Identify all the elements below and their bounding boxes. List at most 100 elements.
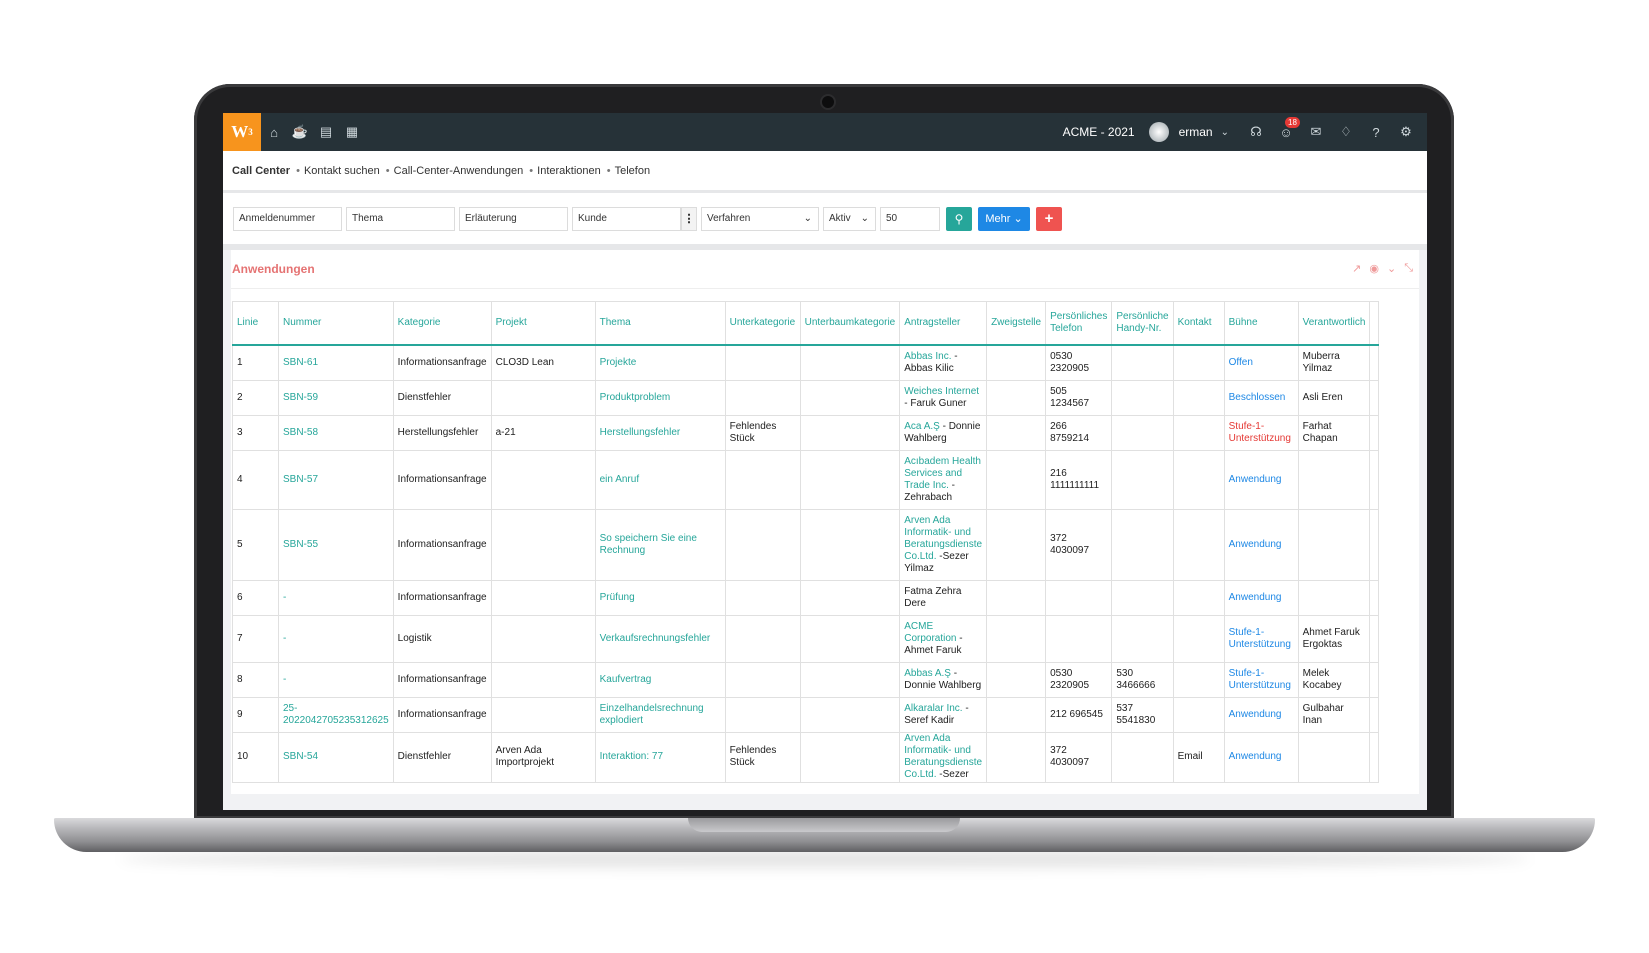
page-size-input[interactable]: 50 bbox=[880, 206, 940, 231]
registration-number-input[interactable]: Anmeldenummer bbox=[233, 206, 342, 231]
cell-applicant[interactable]: Arven Ada Informatik- und Beratungsdiens… bbox=[899, 508, 988, 581]
eye-icon[interactable]: ◉ bbox=[1369, 262, 1379, 275]
cell-number[interactable]: SBN-54 bbox=[278, 731, 394, 783]
breadcrumb-contact-search[interactable]: Kontakt suchen bbox=[304, 165, 380, 177]
cell-topic[interactable]: ein Anruf bbox=[594, 449, 726, 510]
status-select[interactable]: Aktiv ⌄ bbox=[823, 206, 876, 231]
search-button[interactable]: ⚲ bbox=[946, 206, 972, 231]
cell-topic[interactable]: Prüfung bbox=[594, 579, 726, 616]
cell-applicant[interactable]: ACME Corporation - Ahmet Faruk bbox=[899, 614, 988, 663]
cell-applicant[interactable]: Alkaralar Inc. - Seref Kadir bbox=[899, 696, 988, 733]
collapse-icon[interactable]: ⌄ bbox=[1387, 262, 1396, 275]
headset-icon[interactable]: ☊ bbox=[1243, 124, 1269, 140]
emoji-icon[interactable]: ☺ 18 bbox=[1273, 116, 1300, 140]
column-header[interactable]: Kategorie bbox=[392, 301, 492, 346]
table-row[interactable]: 10 SBN-54 Dienstfehler Arven Ada Importproj… bbox=[232, 731, 1380, 783]
topic-input[interactable]: Thema bbox=[346, 206, 455, 231]
cell-stage[interactable]: Offen bbox=[1223, 344, 1299, 381]
breadcrumb-interactions[interactable]: Interaktionen bbox=[537, 165, 601, 177]
column-header[interactable]: Verantwortlich bbox=[1297, 301, 1371, 346]
breadcrumb-call-center-applications[interactable]: Call-Center-Anwendungen bbox=[394, 165, 524, 177]
cell-topic[interactable]: Herstellungsfehler bbox=[594, 414, 726, 451]
column-header[interactable]: Kontakt bbox=[1172, 301, 1225, 346]
cell-number[interactable]: - bbox=[278, 614, 394, 663]
cell-number[interactable]: SBN-61 bbox=[278, 344, 394, 381]
chart-icon[interactable]: ▤ bbox=[313, 113, 339, 151]
more-button[interactable]: Mehr ⌄ bbox=[978, 206, 1030, 231]
cell-stage[interactable]: Anwendung bbox=[1223, 449, 1299, 510]
applicant-link[interactable]: Alkaralar Inc. bbox=[904, 703, 962, 714]
calendar-icon[interactable]: ▦ bbox=[339, 113, 365, 151]
username[interactable]: erman bbox=[1179, 125, 1213, 139]
table-row[interactable]: 8- Informationsanfrage Kaufvertrag Abbas A.… bbox=[232, 661, 1380, 698]
column-header[interactable]: Zweigstelle bbox=[986, 301, 1047, 346]
cell-number[interactable]: SBN-59 bbox=[278, 379, 394, 416]
cell-applicant[interactable]: Aca A.Ş - Donnie Wahlberg bbox=[899, 414, 988, 451]
applicant-link[interactable]: Acıbadem Health Services and Trade Inc. bbox=[904, 456, 981, 491]
cell-topic[interactable]: Interaktion: 77 bbox=[594, 731, 726, 783]
home-icon[interactable]: ⌂ bbox=[261, 113, 287, 151]
table-row[interactable]: 9 25-2022042705235312625 Informationsanfra… bbox=[232, 696, 1380, 733]
table-row[interactable]: 4 SBN-57 Informationsanfrage ein Anruf Acıba… bbox=[232, 449, 1380, 510]
export-icon[interactable]: ↗ bbox=[1352, 262, 1361, 275]
add-button[interactable]: + bbox=[1036, 206, 1062, 231]
table-row[interactable]: 7- Logistik Verkaufsrechnungsfehler ACME Co… bbox=[232, 614, 1380, 663]
column-header[interactable]: Linie bbox=[232, 301, 279, 346]
chat-icon[interactable]: ✉ bbox=[1303, 124, 1329, 140]
app-logo[interactable]: W3 bbox=[223, 113, 261, 151]
cell-topic[interactable]: Projekte bbox=[594, 344, 726, 381]
explanation-input[interactable]: Erläuterung bbox=[459, 206, 568, 231]
table-row[interactable]: 6- Informationsanfrage Prüfung Fatma Zehra … bbox=[232, 579, 1380, 616]
expand-icon[interactable]: ⤡ bbox=[1404, 262, 1413, 275]
cell-number[interactable]: 25-2022042705235312625 bbox=[278, 696, 394, 733]
cell-applicant[interactable]: Weiches Internet - Faruk Guner bbox=[899, 379, 988, 416]
cell-applicant[interactable]: Fatma Zehra Dere bbox=[899, 579, 988, 616]
column-header[interactable]: Unterkategorie bbox=[724, 301, 801, 346]
cell-topic[interactable]: Einzelhandelsrechnung explodiert bbox=[594, 696, 726, 733]
help-icon[interactable]: ? bbox=[1363, 125, 1389, 140]
gear-icon[interactable]: ⚙ bbox=[1393, 124, 1419, 140]
coffee-icon[interactable]: ☕ bbox=[287, 113, 313, 151]
cell-number[interactable]: - bbox=[278, 661, 394, 698]
bell-icon[interactable]: ♢ bbox=[1333, 124, 1359, 140]
column-header[interactable]: Antragsteller bbox=[899, 301, 988, 346]
cell-topic[interactable]: Produktproblem bbox=[594, 379, 726, 416]
column-header[interactable]: Persönliche Handy-Nr. bbox=[1111, 301, 1174, 346]
table-row[interactable]: 1 SBN-61 Informationsanfrage CLO3D Lean Proj… bbox=[232, 344, 1380, 381]
cell-topic[interactable]: Kaufvertrag bbox=[594, 661, 726, 698]
table-row[interactable]: 5 SBN-55 Informationsanfrage So speichern S… bbox=[232, 508, 1380, 581]
applicant-link[interactable]: Weiches Internet bbox=[904, 386, 979, 397]
column-header[interactable]: Thema bbox=[594, 301, 726, 346]
cell-stage[interactable]: Anwendung bbox=[1223, 696, 1299, 733]
applicant-link[interactable]: Abbas Inc. bbox=[904, 351, 951, 362]
cell-stage[interactable]: Anwendung bbox=[1223, 508, 1299, 581]
breadcrumb-phone[interactable]: Telefon bbox=[615, 165, 650, 177]
applicant-link[interactable]: Abbas A.Ş bbox=[904, 668, 951, 679]
table-row[interactable]: 3 SBN-58 Herstellungsfehler a-21 Herstellung… bbox=[232, 414, 1380, 451]
customer-input[interactable]: Kunde bbox=[572, 206, 681, 231]
cell-number[interactable]: SBN-58 bbox=[278, 414, 394, 451]
cell-applicant[interactable]: Abbas Inc. - Abbas Kilic bbox=[899, 344, 988, 381]
column-header[interactable] bbox=[1369, 301, 1380, 346]
applicant-link[interactable]: ACME Corporation bbox=[904, 621, 956, 644]
procedure-select[interactable]: Verfahren ⌄ bbox=[701, 206, 819, 231]
customer-options-icon[interactable]: ⋮ bbox=[681, 206, 697, 231]
column-header[interactable]: Nummer bbox=[278, 301, 394, 346]
column-header[interactable]: Bühne bbox=[1223, 301, 1299, 346]
cell-number[interactable]: - bbox=[278, 579, 394, 616]
cell-stage[interactable]: Anwendung bbox=[1223, 579, 1299, 616]
column-header[interactable]: Unterbaumkategorie bbox=[799, 301, 901, 346]
applicant-link[interactable]: Aca A.Ş bbox=[904, 421, 940, 432]
cell-stage[interactable]: Beschlossen bbox=[1223, 379, 1299, 416]
cell-stage[interactable]: Stufe-1-Unterstützung bbox=[1223, 614, 1299, 663]
cell-applicant[interactable]: Abbas A.Ş - Donnie Wahlberg bbox=[899, 661, 988, 698]
cell-topic[interactable]: Verkaufsrechnungsfehler bbox=[594, 614, 726, 663]
cell-topic[interactable]: So speichern Sie eine Rechnung bbox=[594, 508, 726, 581]
avatar[interactable] bbox=[1148, 122, 1169, 142]
cell-stage[interactable]: Stufe-1-Unterstützung bbox=[1223, 661, 1299, 698]
cell-stage[interactable]: Stufe-1-Unterstützung bbox=[1223, 414, 1299, 451]
column-header[interactable]: Projekt bbox=[490, 301, 596, 346]
cell-applicant[interactable]: Acıbadem Health Services and Trade Inc. … bbox=[899, 449, 988, 510]
cell-applicant[interactable]: Arven Ada Informatik- und Beratungsdiens… bbox=[899, 731, 988, 783]
chevron-down-icon[interactable]: ⌄ bbox=[1221, 127, 1229, 138]
